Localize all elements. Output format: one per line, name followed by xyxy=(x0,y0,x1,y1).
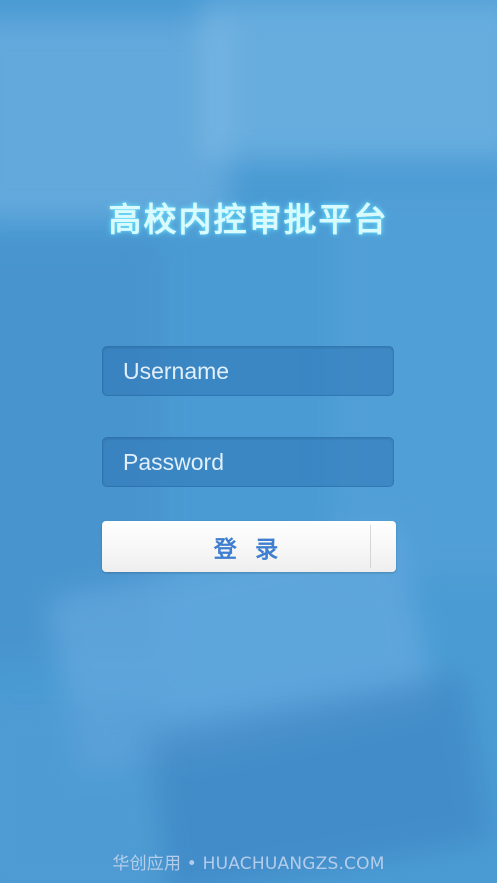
login-screen: 高校内控审批平台 登 录 华创应用 • HUACHUANGZS.COM xyxy=(0,0,497,883)
background-blur xyxy=(200,0,497,160)
username-input[interactable] xyxy=(102,346,394,396)
login-button[interactable]: 登 录 xyxy=(102,521,396,572)
login-button-label: 登 录 xyxy=(213,535,285,562)
app-title: 高校内控审批平台 xyxy=(108,200,389,239)
password-input[interactable] xyxy=(102,437,394,487)
watermark-text: 华创应用 • HUACHUANGZS.COM xyxy=(112,854,385,874)
background-blur xyxy=(0,20,230,220)
button-divider xyxy=(370,525,371,568)
